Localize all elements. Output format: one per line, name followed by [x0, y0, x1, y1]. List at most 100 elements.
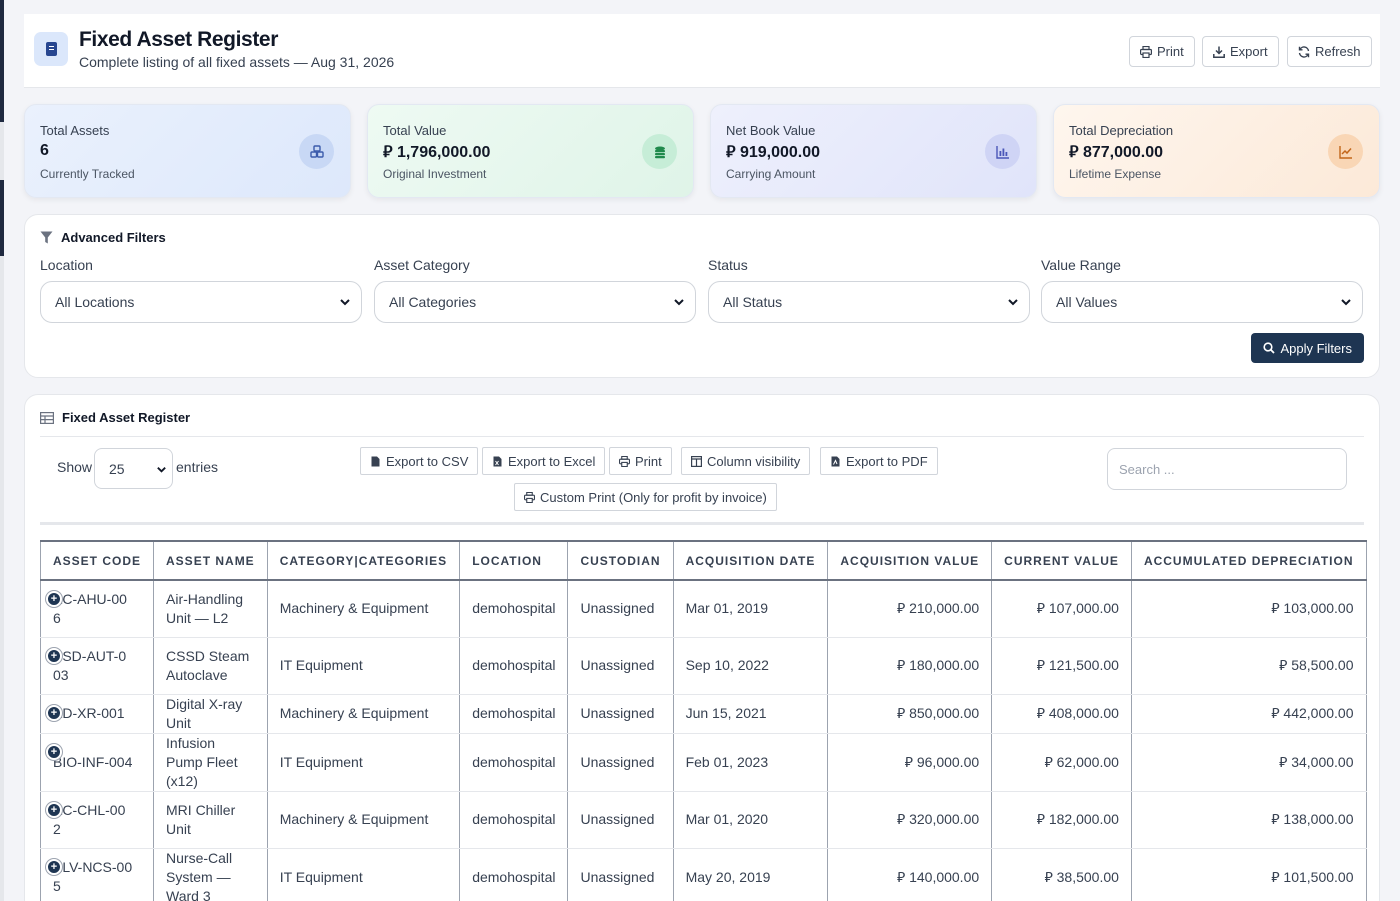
expand-row-icon[interactable]: + — [46, 704, 62, 721]
column-header[interactable]: ACQUISITION DATE — [672, 540, 829, 581]
export-pdf-button[interactable]: Export to PDF — [820, 447, 938, 475]
stat-label: Total Depreciation — [1069, 123, 1174, 138]
stat-subtext: Carrying Amount — [726, 167, 816, 181]
custodian-cell: Unassigned — [567, 637, 674, 695]
export-pdf-label: Export to PDF — [846, 453, 928, 469]
sidebar-edge-accent — [0, 0, 4, 122]
stat-value: ⃁ 877,000.00 — [1069, 144, 1164, 161]
column-header[interactable]: CATEGORY|CATEGORIES — [266, 540, 461, 581]
current-value-cell: ⃁ 408,000.00 — [991, 694, 1132, 734]
chevron-down-icon — [1008, 299, 1018, 306]
expand-row-icon[interactable]: + — [46, 591, 62, 607]
accumulated-depreciation-cell: ⃁ 101,500.00 — [1130, 848, 1367, 901]
column-header[interactable]: ACQUISITION VALUE — [827, 540, 993, 581]
expand-row-icon[interactable]: + — [46, 743, 62, 760]
chevron-down-icon — [674, 299, 684, 306]
accumulated-depreciation-cell: ⃁ 34,000.00 — [1130, 733, 1367, 792]
search-input[interactable]: Search ... — [1107, 448, 1347, 490]
custom-print-button[interactable]: Custom Print (Only for profit by invoice… — [514, 483, 777, 511]
asset-code: SSD-AUT-003 — [53, 647, 127, 683]
advanced-filters-label: Advanced Filters — [61, 230, 166, 245]
entries-select[interactable]: 25 — [94, 448, 173, 489]
divider — [40, 522, 1364, 525]
status-select[interactable]: All Status — [708, 281, 1030, 323]
table-row[interactable]: + AC-AHU-006 Air-Handling Unit — L2 Machine… — [39, 580, 1367, 638]
printer-icon — [619, 455, 630, 467]
expand-row-icon[interactable]: + — [46, 647, 62, 664]
printer-icon — [524, 491, 535, 503]
custodian-cell: Unassigned — [567, 580, 674, 638]
table-print-button[interactable]: Print — [609, 447, 672, 475]
file-icon — [371, 456, 380, 466]
export-button[interactable]: Export — [1202, 36, 1279, 67]
expand-row-icon[interactable]: + — [46, 801, 62, 818]
location-label: Location — [40, 257, 93, 273]
acquisition-date-cell: Jun 15, 2021 — [672, 694, 829, 734]
chevron-down-icon — [340, 299, 350, 306]
column-header[interactable]: ACCUMULATED DEPRECIATION — [1130, 540, 1367, 581]
asset-code: ELV-NCS-005 — [53, 859, 133, 894]
asset-category-select[interactable]: All Categories — [374, 281, 696, 323]
asset-code-cell: + ELV-NCS-005 — [39, 848, 155, 901]
sidebar-edge-accent — [0, 180, 4, 256]
value-range-select[interactable]: All Values — [1041, 281, 1363, 323]
stat-card-total-assets: Total Assets 6 Currently Tracked — [24, 104, 351, 198]
book-icon — [34, 32, 68, 66]
column-header[interactable]: CURRENT VALUE — [991, 540, 1132, 581]
column-header[interactable]: ASSET CODE — [39, 540, 155, 581]
column-header[interactable]: LOCATION — [459, 540, 569, 581]
acquisition-date-cell: Mar 01, 2020 — [672, 791, 829, 849]
stat-value: ⃁ 919,000.00 — [726, 144, 821, 161]
table-row[interactable]: + AC-CHL-002 MRI Chiller Unit Machinery & E… — [39, 791, 1367, 849]
location-select[interactable]: All Locations — [40, 281, 362, 323]
table-header-row: ASSET CODE ASSET NAME CATEGORY|CATEGORIE… — [39, 540, 1367, 581]
advanced-filters-title: Advanced Filters — [40, 230, 166, 245]
export-excel-button[interactable]: Export to Excel — [482, 447, 606, 475]
asset-code-cell: + AC-CHL-002 — [39, 791, 155, 849]
current-value-cell: ⃁ 121,500.00 — [991, 637, 1132, 695]
location-cell: demohospital — [459, 848, 569, 901]
custodian-cell: Unassigned — [567, 848, 674, 901]
current-value-cell: ⃁ 38,500.00 — [991, 848, 1132, 901]
column-header[interactable]: CUSTODIAN — [567, 540, 674, 581]
table-row[interactable]: + AD-XR-001 Digital X-ray Unit Machinery & … — [39, 694, 1367, 734]
chart-bar-icon — [985, 134, 1020, 169]
accumulated-depreciation-cell: ⃁ 442,000.00 — [1130, 694, 1367, 734]
file-pdf-icon — [831, 456, 840, 466]
export-button-label: Export — [1230, 44, 1268, 59]
stat-subtext: Currently Tracked — [40, 167, 135, 181]
asset-name-cell: Air-Handling Unit — L2 — [153, 580, 268, 638]
stat-label: Net Book Value — [726, 123, 816, 138]
export-csv-button[interactable]: Export to CSV — [360, 447, 479, 475]
chart-line-icon — [1328, 134, 1363, 169]
status-select-value: All Status — [723, 294, 783, 310]
entries-select-value: 25 — [109, 461, 125, 477]
column-visibility-button[interactable]: Column visibility — [681, 447, 811, 475]
column-header[interactable]: ASSET NAME — [153, 540, 268, 581]
apply-filters-button[interactable]: Apply Filters — [1251, 333, 1364, 363]
expand-row-icon[interactable]: + — [46, 858, 62, 875]
asset-code-cell: + AC-AHU-006 — [39, 580, 155, 638]
entries-label: entries — [176, 459, 219, 475]
register-title: Fixed Asset Register — [40, 410, 190, 425]
asset-code: AD-XR-001 — [53, 705, 125, 721]
table-row[interactable]: + BIO-INF-004 Infusion Pump Fleet (x12) IT … — [39, 733, 1367, 792]
refresh-button[interactable]: Refresh — [1287, 36, 1372, 67]
table-row[interactable]: + SSD-AUT-003 CSSD Steam Autoclave IT Equip… — [39, 637, 1367, 695]
stat-value: ⃁ 1,796,000.00 — [383, 144, 491, 161]
search-placeholder: Search ... — [1119, 462, 1175, 477]
export-csv-label: Export to CSV — [386, 453, 469, 469]
stat-value: 6 — [40, 142, 49, 159]
acquisition-value-cell: ⃁ 850,000.00 — [827, 694, 993, 734]
custom-print-label: Custom Print (Only for profit by invoice… — [540, 489, 767, 505]
acquisition-date-cell: May 20, 2019 — [672, 848, 829, 901]
page-subtitle: Complete listing of all fixed assets — A… — [79, 54, 395, 70]
asset-code: AC-AHU-006 — [53, 590, 127, 626]
asset-category-label: Asset Category — [374, 257, 470, 273]
acquisition-value-cell: ⃁ 140,000.00 — [827, 848, 993, 901]
table-row[interactable]: + ELV-NCS-005 Nurse-Call System — Ward 3 IT… — [39, 848, 1367, 901]
acquisition-date-cell: Sep 10, 2022 — [672, 637, 829, 695]
print-button[interactable]: Print — [1129, 36, 1195, 67]
asset-code: BIO-INF-004 — [53, 753, 133, 770]
accumulated-depreciation-cell: ⃁ 103,000.00 — [1130, 580, 1367, 638]
